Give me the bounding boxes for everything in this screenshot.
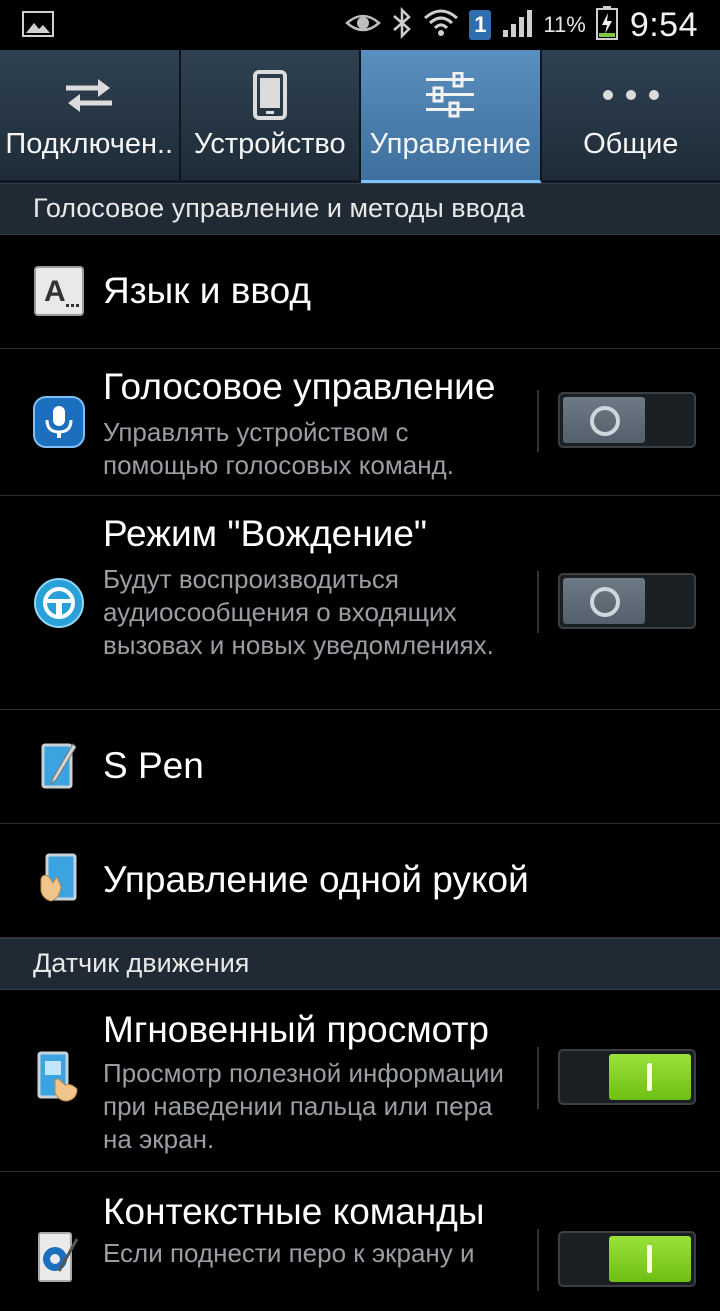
setting-description: Просмотр полезной информации при наведен… xyxy=(103,1057,513,1156)
bluetooth-icon xyxy=(391,7,413,44)
tab-label: Подключен.. xyxy=(5,128,173,161)
tab-label: Устройство xyxy=(194,128,346,161)
settings-tab-bar: Подключен.. Устройство Управление xyxy=(0,50,720,184)
divider xyxy=(537,1229,539,1291)
air-view-toggle[interactable] xyxy=(558,1049,696,1105)
setting-one-hand[interactable]: Управление одной рукой xyxy=(0,823,720,938)
clock: 9:54 xyxy=(630,6,698,45)
more-icon xyxy=(601,68,661,122)
tab-label: Общие xyxy=(583,128,678,161)
driving-mode-icon xyxy=(33,577,85,629)
section-header-label: Датчик движения xyxy=(33,948,249,979)
toggle-knob xyxy=(609,1236,691,1282)
setting-air-command[interactable]: Контекстные команды Если поднести перо к… xyxy=(0,1171,720,1311)
air-command-icon xyxy=(33,1231,85,1283)
driving-mode-toggle[interactable] xyxy=(558,573,696,629)
setting-title: Управление одной рукой xyxy=(103,859,529,901)
divider xyxy=(537,390,539,452)
tab-general[interactable]: Общие xyxy=(542,50,720,180)
setting-description: Будут воспроизводиться аудиосообщения о … xyxy=(103,563,513,662)
s-pen-icon xyxy=(33,741,85,793)
toggle-knob xyxy=(609,1054,691,1100)
setting-title: Контекстные команды xyxy=(103,1191,484,1233)
section-header-voice-input: Голосовое управление и методы ввода xyxy=(0,183,720,235)
voice-control-icon xyxy=(33,396,85,448)
one-hand-icon xyxy=(33,853,85,905)
setting-title: S Pen xyxy=(103,745,204,787)
language-input-icon: A xyxy=(33,265,85,317)
setting-title: Режим "Вождение" xyxy=(103,513,427,555)
battery-charging-icon xyxy=(596,6,618,45)
setting-title: Мгновенный просмотр xyxy=(103,1009,489,1051)
divider xyxy=(537,571,539,633)
voice-control-toggle[interactable] xyxy=(558,392,696,448)
signal-icon xyxy=(501,8,535,43)
setting-voice-control[interactable]: Голосовое управление Управлять устройств… xyxy=(0,348,720,496)
tab-connections[interactable]: Подключен.. xyxy=(0,50,181,180)
section-header-motion-sensor: Датчик движения xyxy=(0,938,720,990)
divider xyxy=(537,1047,539,1109)
controls-sliders-icon xyxy=(424,68,476,122)
device-icon xyxy=(253,68,287,122)
setting-description: Управлять устройством с помощью голосовы… xyxy=(103,416,513,482)
sim1-icon: 1 xyxy=(469,10,491,40)
setting-title: Голосовое управление xyxy=(103,366,495,408)
smart-stay-eye-icon xyxy=(345,10,381,41)
air-view-icon xyxy=(33,1051,85,1103)
setting-title: Язык и ввод xyxy=(103,270,311,312)
setting-language-input[interactable]: A Язык и ввод xyxy=(0,234,720,349)
tab-device[interactable]: Устройство xyxy=(181,50,362,180)
tab-controls[interactable]: Управление xyxy=(361,50,542,184)
connections-icon xyxy=(62,68,116,122)
setting-driving-mode[interactable]: Режим "Вождение" Будут воспроизводиться … xyxy=(0,495,720,710)
toggle-knob xyxy=(563,397,645,443)
svg-text:A: A xyxy=(44,275,66,308)
battery-percent: 11% xyxy=(543,12,585,38)
setting-description: Если поднести перо к экрану и xyxy=(103,1237,513,1270)
air-command-toggle[interactable] xyxy=(558,1231,696,1287)
toggle-knob xyxy=(563,578,645,624)
status-bar: 1 11% 9:54 xyxy=(0,0,720,50)
wifi-icon xyxy=(423,7,459,44)
picture-icon xyxy=(22,25,54,42)
section-header-label: Голосовое управление и методы ввода xyxy=(33,193,525,224)
tab-label: Управление xyxy=(370,128,531,161)
setting-s-pen[interactable]: S Pen xyxy=(0,709,720,824)
setting-air-view[interactable]: Мгновенный просмотр Просмотр полезной ин… xyxy=(0,989,720,1172)
